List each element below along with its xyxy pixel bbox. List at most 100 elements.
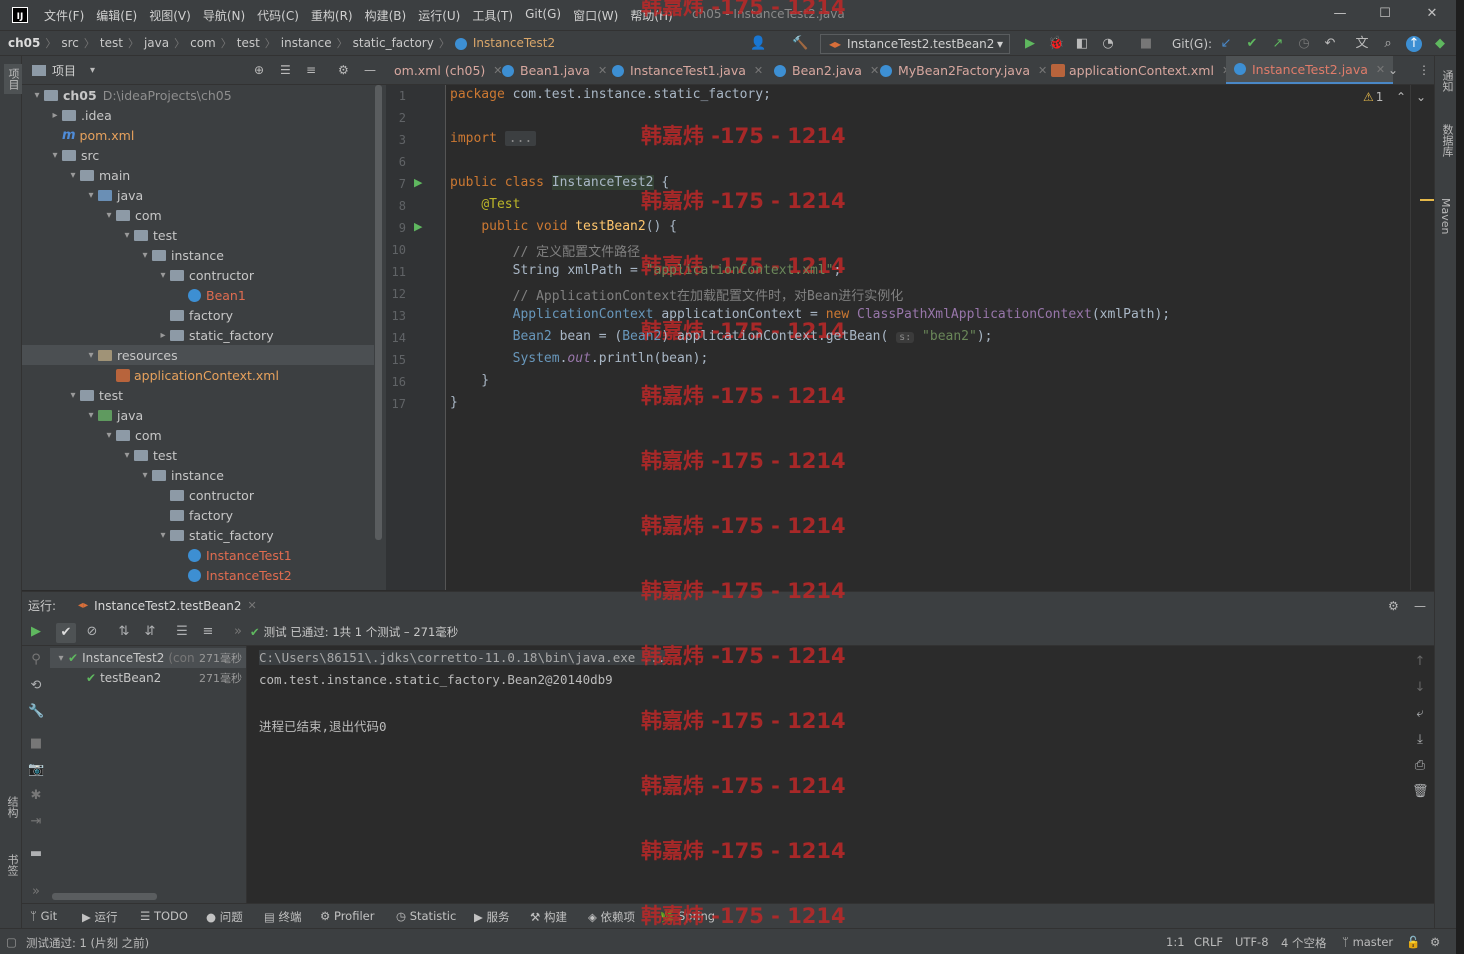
tree-item[interactable]: InstanceTest1 (22, 545, 374, 565)
print-icon[interactable]: ⎙ (1412, 758, 1428, 774)
code-line[interactable]: package com.test.instance.static_factory… (450, 87, 771, 102)
debug-icon[interactable]: 🐞 (1048, 36, 1064, 52)
menu-item[interactable]: 文件(F) (38, 7, 90, 24)
database-tool-button[interactable]: 数据库 (1439, 124, 1455, 157)
tree-item[interactable]: ▾ instance (22, 245, 374, 265)
search-icon[interactable]: ⌕ (1380, 36, 1396, 52)
scroll-down-icon[interactable]: ↓ (1412, 680, 1428, 696)
editor-tab[interactable]: InstanceTest2.java ✕ (1226, 56, 1394, 84)
tree-item[interactable]: ▾ java (22, 185, 374, 205)
tree-item[interactable]: InstanceTest2 (22, 565, 374, 585)
debug-off-icon[interactable]: ✱ (28, 788, 44, 804)
git-update-icon[interactable]: ↙ (1218, 36, 1234, 52)
code-line[interactable]: } (450, 395, 458, 410)
tree-item[interactable]: contructor (22, 485, 374, 505)
show-ignored-icon[interactable]: ⊘ (84, 624, 100, 640)
warning-icon[interactable]: ⚠ 1 (1363, 90, 1383, 104)
structure-tool-button[interactable]: 结构 (4, 796, 20, 818)
restore-layout-icon[interactable]: ⟲ (28, 678, 44, 694)
minimize-icon[interactable]: — (1330, 6, 1350, 24)
scroll-to-end-icon[interactable]: ⤓ (1412, 732, 1428, 748)
next-highlight-icon[interactable]: ⌄ (1416, 90, 1426, 104)
tree-item[interactable]: ▾ ch05 D:\ideaProjects\ch05 (22, 85, 374, 105)
bottom-tab-2[interactable]: ▶ 运行 (82, 909, 118, 925)
tree-item[interactable]: ▾ test (22, 445, 374, 465)
code-line[interactable]: // 定义配置文件路径 (450, 241, 640, 260)
chevron-down-icon[interactable]: ▾ (120, 230, 134, 241)
stop-icon[interactable]: ■ (1138, 36, 1154, 52)
chevron-down-icon[interactable]: ▾ (48, 150, 62, 161)
code-line[interactable]: public void testBean2() { (450, 219, 677, 234)
build-hammer-icon[interactable]: 🔨 (792, 36, 808, 52)
bottom-tab-5[interactable]: ▤ 终端 (264, 909, 302, 925)
chevron-right-icon[interactable]: ▸ (48, 110, 62, 121)
trash-icon[interactable]: 🗑 (1412, 784, 1429, 800)
breadcrumb-item[interactable]: InstanceTest2 (454, 36, 555, 50)
code-line[interactable]: // ApplicationContext在加载配置文件时，对Bean进行实例化 (450, 285, 904, 304)
code-line[interactable] (450, 153, 458, 168)
editor-tab[interactable]: om.xml (ch05) ✕ (386, 56, 511, 84)
tree-item[interactable]: applicationContext.xml (22, 365, 374, 385)
expand-all-icon[interactable]: ☰ (280, 63, 291, 77)
hide-icon[interactable]: — (364, 63, 376, 77)
code-line[interactable]: @Test (450, 197, 520, 212)
breadcrumb-item[interactable]: instance (281, 36, 332, 50)
warning-stripe-marker[interactable] (1420, 199, 1434, 201)
git-push-icon[interactable]: ↗ (1270, 36, 1286, 52)
scroll-up-icon[interactable]: ↑ (1412, 654, 1428, 670)
tree-item[interactable]: factory (22, 505, 374, 525)
more-tools-icon[interactable]: » (28, 884, 44, 900)
tree-item[interactable]: ▾ instance (22, 465, 374, 485)
test-result-row[interactable]: ✔ testBean2 271毫秒 (50, 668, 246, 688)
chevron-right-icon[interactable]: ▸ (156, 330, 170, 341)
tree-item[interactable]: ▾ test (22, 225, 374, 245)
git-branch[interactable]: ᛘ master (1342, 935, 1393, 949)
run-config-select[interactable]: ◂▸ InstanceTest2.testBean2 ▾ (820, 34, 1010, 54)
translate-icon[interactable]: 文 (1354, 36, 1370, 52)
tree-item[interactable]: ▸ static_factory (22, 325, 374, 345)
rollback-icon[interactable]: ↶ (1322, 36, 1338, 52)
pin-icon[interactable]: ⚲ (28, 652, 44, 668)
settings-gear-icon[interactable]: ⚙ (1430, 935, 1440, 949)
history-icon[interactable]: ◷ (1296, 36, 1312, 52)
menu-item[interactable]: Git(G) (519, 7, 567, 24)
tree-item[interactable]: ▾ com (22, 205, 374, 225)
expand-all-icon[interactable]: ☰ (174, 624, 190, 640)
breadcrumb-item[interactable]: java (144, 36, 169, 50)
caret-position[interactable]: 1:1 (1166, 935, 1185, 949)
chevron-down-icon[interactable]: ▾ (120, 450, 134, 461)
test-result-row[interactable]: ▾ ✔ InstanceTest2 (con 271毫秒 (50, 648, 246, 668)
coverage-icon[interactable]: ◧ (1074, 36, 1090, 52)
close-tab-icon[interactable]: ✕ (1376, 63, 1385, 76)
notifications-tool-button[interactable]: 通知 (1439, 70, 1455, 92)
soft-wrap-icon[interactable]: ⤶ (1412, 706, 1428, 722)
tree-item[interactable]: ▾ static_factory (22, 525, 374, 545)
bottom-tab-9[interactable]: ⚒ 构建 (530, 909, 567, 925)
bottom-tab-10[interactable]: ◈ 依赖项 (588, 909, 635, 925)
chevron-down-icon[interactable]: ▾ (84, 350, 98, 361)
editor-tab[interactable]: Bean1.java ✕ (494, 56, 615, 84)
rerun-icon[interactable]: ▶ (28, 624, 44, 640)
sort-alpha-icon[interactable]: ⇅ (116, 624, 132, 640)
chevron-down-icon[interactable]: ▾ (156, 530, 170, 541)
bottom-tab-8[interactable]: ▶ 服务 (474, 909, 510, 925)
project-scrollbar[interactable] (375, 85, 382, 540)
project-panel-title[interactable]: 项目 (52, 62, 76, 79)
chevron-down-icon[interactable]: ▾ (84, 410, 98, 421)
collapse-all-icon[interactable]: ≡ (306, 63, 316, 77)
run-test-gutter-icon[interactable]: ▶ (414, 220, 422, 233)
code-line[interactable]: String xmlPath = "applicationContext.xml… (450, 263, 842, 278)
editor-tab[interactable]: MyBean2Factory.java ✕ (872, 56, 1055, 84)
file-encoding[interactable]: UTF-8 (1235, 935, 1269, 949)
chevron-down-icon[interactable]: ▾ (54, 653, 68, 664)
user-icon[interactable]: 👤 (750, 36, 766, 52)
menu-item[interactable]: 窗口(W) (567, 7, 624, 24)
plugin-icon[interactable]: ◆ (1432, 36, 1448, 52)
breadcrumb-item[interactable]: static_factory (353, 36, 434, 50)
menu-item[interactable]: 导航(N) (197, 7, 251, 24)
editor-tab[interactable]: Bean2.java ✕ (766, 56, 887, 84)
chevron-down-icon[interactable]: ▾ (156, 270, 170, 281)
tree-item[interactable]: ▾ src (22, 145, 374, 165)
chevron-down-icon[interactable]: ▾ (138, 470, 152, 481)
gear-icon[interactable]: ⚙ (338, 63, 349, 77)
